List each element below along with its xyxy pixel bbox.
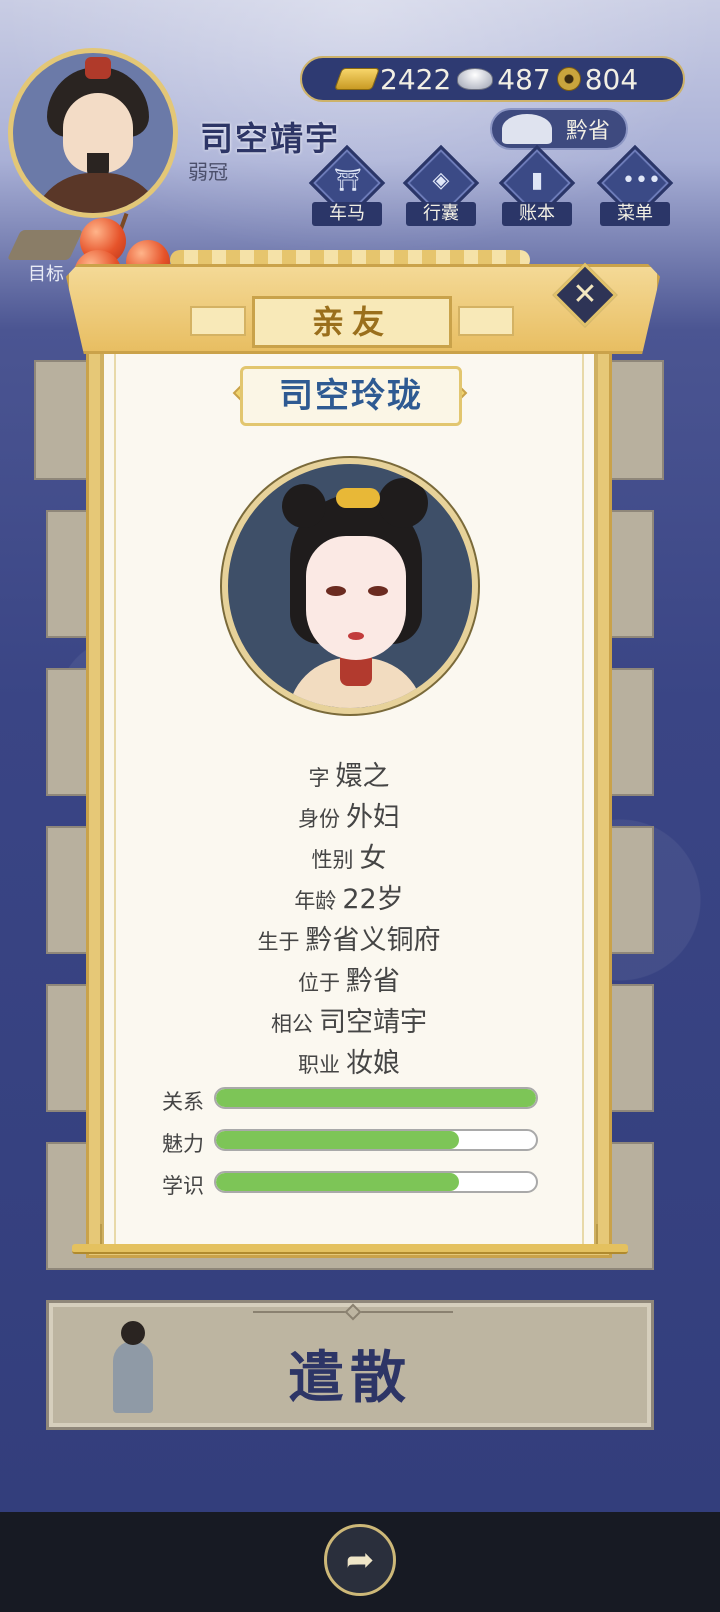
nav-label: 账本	[502, 202, 572, 226]
info-row-location: 位于 黔省	[298, 966, 400, 997]
nav-carriage-button[interactable]: ⛩ 车马	[308, 144, 386, 226]
dismiss-label: 遣散	[288, 1346, 412, 1411]
relation-bar	[214, 1087, 538, 1109]
gold-ingot-icon	[333, 68, 381, 90]
share-button[interactable]: ➦	[324, 1524, 396, 1596]
menu-icon: •••	[622, 168, 661, 193]
character-portrait	[222, 458, 478, 714]
close-icon[interactable]: ✕	[566, 276, 604, 314]
currency-bar: 2422 487 804	[300, 56, 685, 102]
avatar-hat	[85, 57, 111, 79]
modal-title: 亲友	[252, 296, 452, 348]
title-side-panel	[458, 306, 514, 336]
charm-bar-fill	[216, 1131, 460, 1149]
nav-menu-button[interactable]: ••• 菜单	[596, 144, 674, 226]
nav-label: 菜单	[600, 202, 670, 226]
diamond-ornament	[344, 1303, 362, 1321]
charm-bar	[214, 1129, 538, 1151]
info-row-style-name: 字嬛之	[308, 761, 390, 792]
stat-label-knowledge: 学识	[162, 1174, 204, 1198]
info-row-birthplace: 生于 黔省义铜府	[257, 925, 441, 956]
dismiss-button[interactable]: 遣散	[46, 1300, 654, 1430]
knowledge-bar	[214, 1171, 538, 1193]
copper-coin-icon	[556, 67, 581, 91]
tray-icon	[7, 230, 83, 260]
player-avatar[interactable]	[8, 48, 178, 218]
stat-label-charm: 魅力	[162, 1132, 204, 1156]
info-row-husband: 相公 司空靖宇	[271, 1007, 427, 1038]
avatar-body	[31, 173, 165, 213]
goal-label: 目标	[28, 264, 64, 285]
nav-bag-button[interactable]: ◈ 行囊	[402, 144, 480, 226]
gold-currency: 2422	[333, 62, 452, 96]
silver-ingot-icon	[457, 68, 494, 90]
share-icon: ➦	[345, 1540, 375, 1580]
modal-bottom-rail	[72, 1244, 628, 1254]
nav-label: 行囊	[406, 202, 476, 226]
character-name: 司空玲珑	[240, 366, 462, 426]
info-row-status: 身份 外妇	[298, 802, 400, 833]
info-row-age: 年龄 22岁	[294, 884, 404, 915]
carriage-icon: ⛩	[334, 168, 362, 193]
bottom-bar: ➦	[0, 1512, 720, 1612]
hat-icon	[502, 114, 552, 144]
copper-value: 804	[584, 62, 639, 96]
bag-icon: ◈	[432, 168, 450, 193]
gold-value: 2422	[380, 62, 452, 96]
ledger-icon: ▮	[530, 168, 544, 193]
hairpin	[336, 488, 380, 508]
player-rank: 弱冠	[188, 160, 228, 184]
title-side-panel	[190, 306, 246, 336]
info-row-gender: 性别女	[311, 843, 387, 874]
info-row-occupation: 职业 妆娘	[298, 1048, 400, 1079]
nav-label: 车马	[312, 202, 382, 226]
relation-bar-fill	[216, 1089, 536, 1107]
location-label: 黔省	[565, 119, 610, 144]
silver-value: 487	[497, 62, 551, 96]
knowledge-bar-fill	[216, 1173, 460, 1191]
location-button[interactable]: 黔省	[490, 108, 628, 150]
stat-label-relation: 关系	[162, 1090, 204, 1114]
silver-currency: 487	[457, 62, 551, 96]
copper-currency: 804	[556, 62, 639, 96]
nav-ledger-button[interactable]: ▮ 账本	[498, 144, 576, 226]
